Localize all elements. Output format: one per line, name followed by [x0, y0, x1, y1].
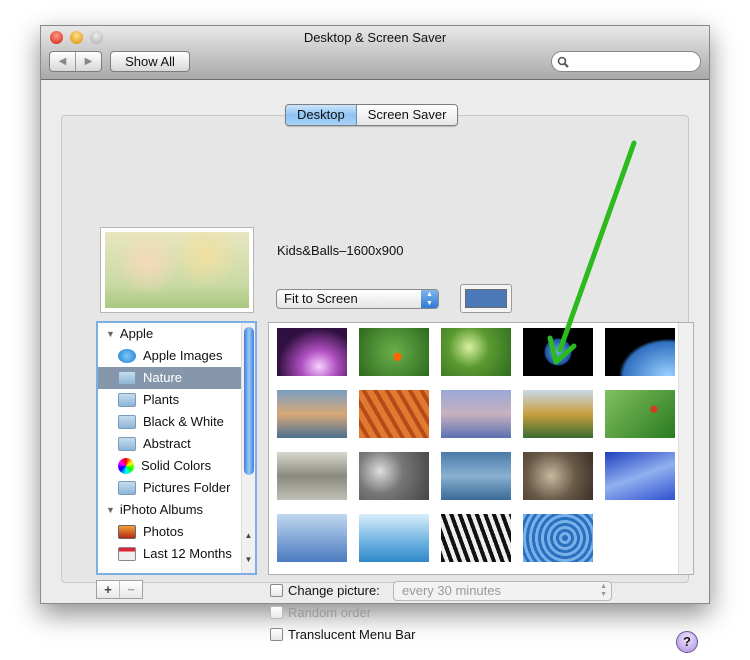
annotation-arrow-icon	[547, 140, 637, 365]
